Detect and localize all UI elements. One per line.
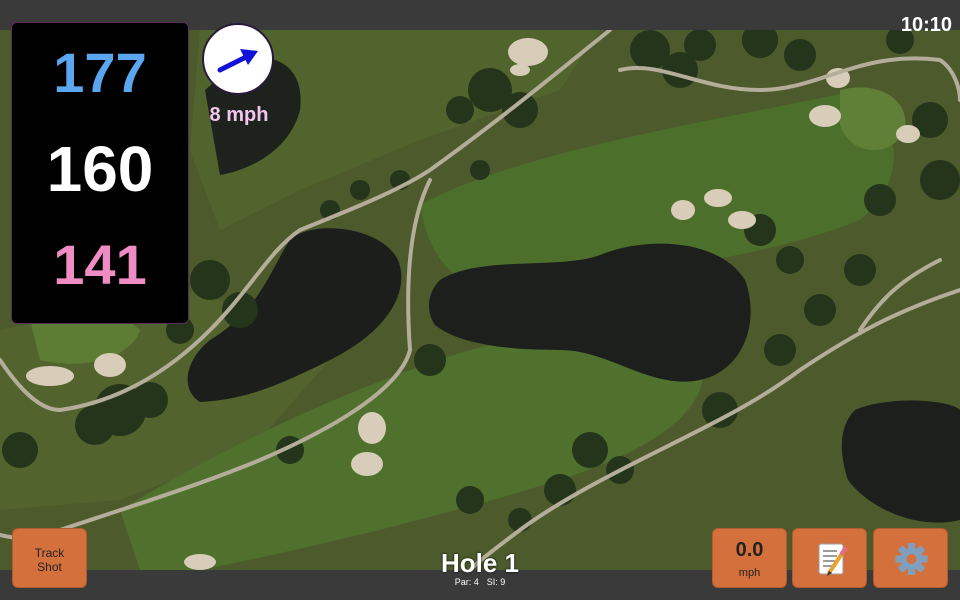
track-shot-label-line1: Track [34, 546, 65, 560]
clock-time: 10:10 [900, 14, 952, 36]
distance-back: 177 [53, 41, 147, 104]
hole-si: SI: 9 [486, 577, 506, 587]
distance-middle: 160 [46, 133, 154, 205]
wind-direction-indicator [202, 23, 274, 95]
track-shot-label-line2: Shot [37, 560, 62, 574]
distance-panel: 177 160 141 [11, 22, 189, 324]
speed-unit: mph [738, 567, 761, 579]
distance-front: 141 [53, 233, 147, 296]
speed-button[interactable]: 0.0 mph [712, 528, 787, 588]
arrow-up-right-icon [217, 49, 258, 73]
hole-par: Par: 4 [454, 577, 479, 587]
hole-title: Hole 1 [440, 548, 520, 578]
track-shot-button[interactable]: Track Shot [12, 528, 87, 588]
hole-meta: Par: 4 SI: 9 [380, 577, 580, 587]
notes-button[interactable] [792, 528, 867, 588]
memo-icon [818, 543, 847, 576]
speed-value: 0.0 [735, 539, 764, 561]
settings-button[interactable] [873, 528, 948, 588]
wind-speed-label: 8 mph [209, 104, 269, 126]
gear-icon [895, 543, 928, 575]
